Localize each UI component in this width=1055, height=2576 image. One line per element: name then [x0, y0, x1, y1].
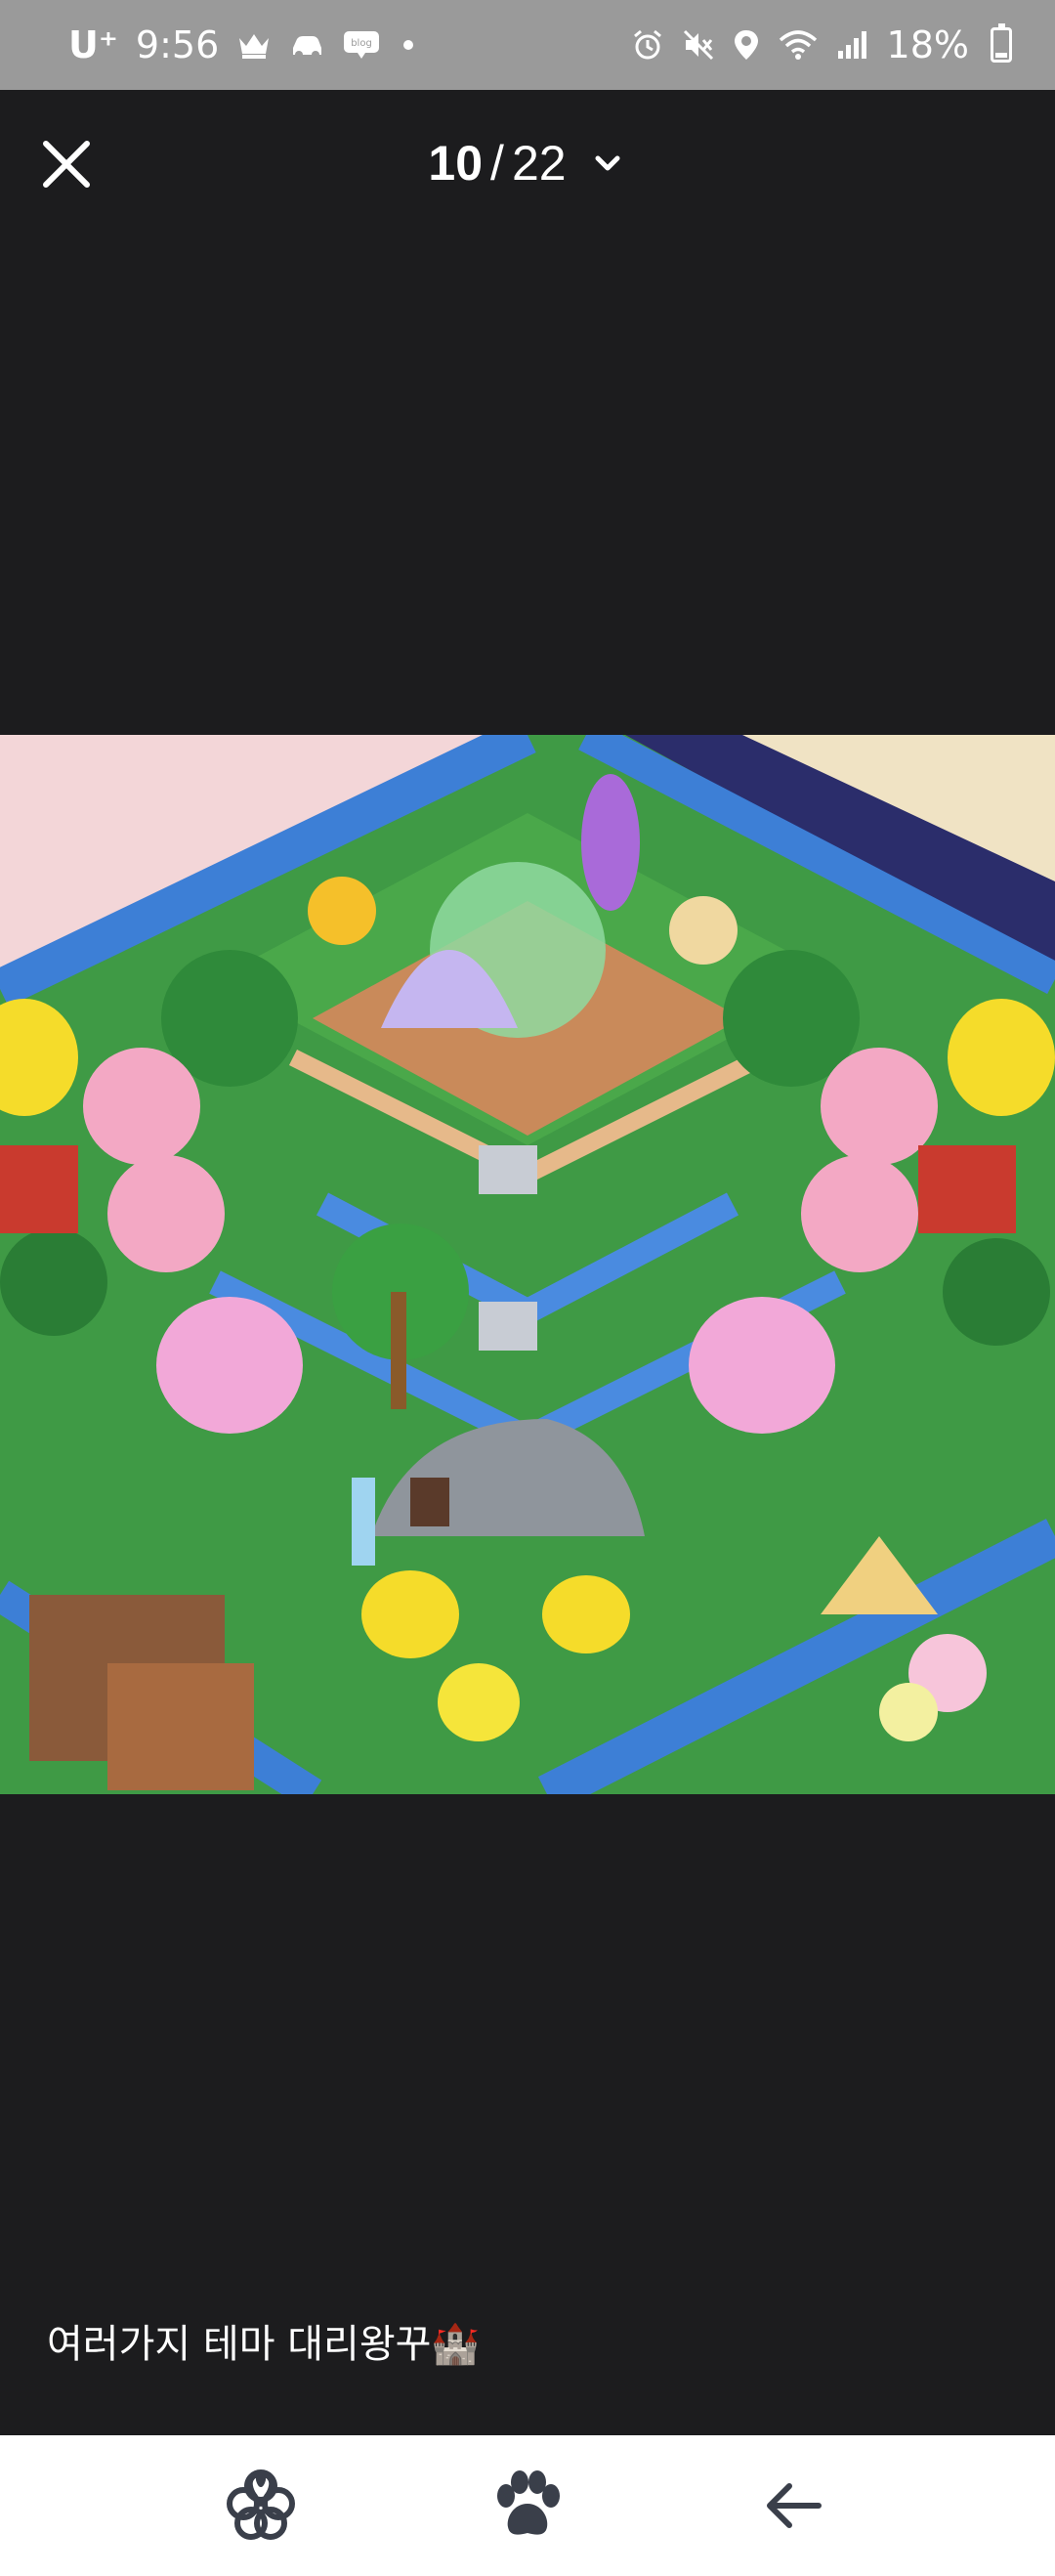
current-index: 10	[428, 136, 484, 191]
paw-button[interactable]	[479, 2457, 576, 2555]
wifi-icon	[778, 28, 819, 62]
signal-icon	[836, 29, 869, 61]
counter-separator: /	[490, 136, 504, 191]
paw-icon	[496, 2470, 560, 2535]
crown-icon	[236, 30, 272, 60]
clover-icon	[226, 2469, 295, 2540]
game-screenshot-image[interactable]	[0, 735, 1055, 1794]
carrier-label: U⁺	[68, 23, 118, 66]
status-bar: U⁺ 9:56 blog 18%	[0, 0, 1055, 90]
mute-icon	[682, 28, 715, 62]
svg-text:blog: blog	[351, 38, 372, 49]
status-right: 18%	[631, 23, 1012, 66]
bottom-nav	[0, 2435, 1055, 2576]
alarm-icon	[631, 28, 664, 62]
close-icon	[43, 141, 90, 188]
battery-percent: 18%	[886, 23, 969, 66]
total-count: 22	[511, 136, 567, 191]
status-left: U⁺ 9:56 blog	[68, 23, 418, 66]
photo-caption: 여러가지 테마 대리왕꾸🏰	[47, 2322, 481, 2367]
page-counter-dropdown[interactable]: 10 / 22	[428, 135, 626, 192]
back-button[interactable]	[745, 2457, 843, 2555]
blog-icon: blog	[342, 29, 381, 61]
location-icon	[733, 28, 760, 62]
dot-icon	[399, 35, 418, 55]
viewer-header: 10 / 22	[0, 90, 1055, 236]
clock: 9:56	[135, 23, 220, 66]
car-icon	[289, 30, 324, 60]
clover-button[interactable]	[212, 2457, 310, 2555]
battery-icon	[991, 23, 1012, 63]
back-arrow-icon	[767, 2483, 823, 2528]
chevron-down-icon	[595, 155, 620, 171]
close-button[interactable]	[35, 133, 98, 195]
